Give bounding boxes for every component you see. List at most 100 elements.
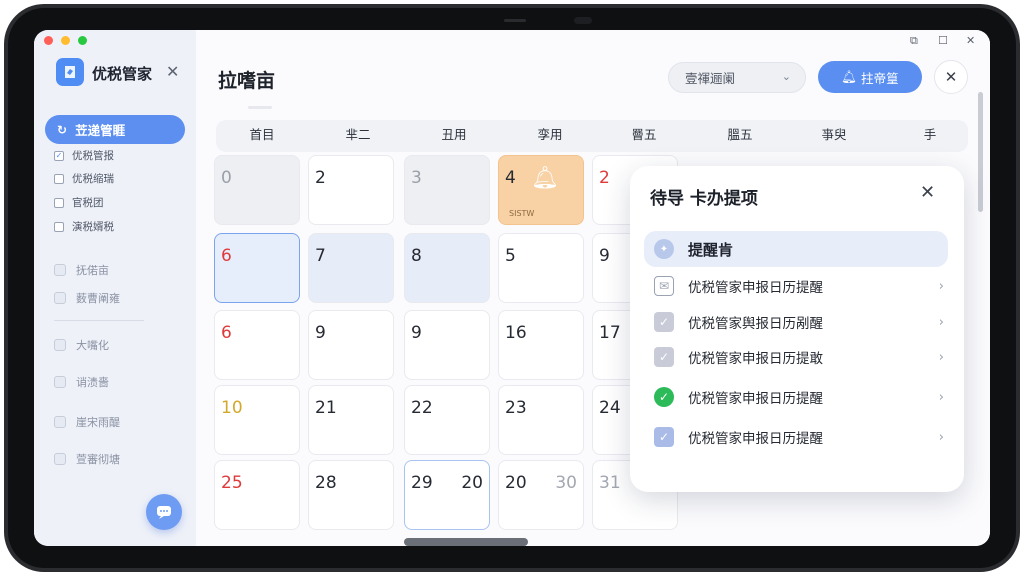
day-number: 2 bbox=[315, 168, 326, 188]
checkbox-checked-icon[interactable]: ✓ bbox=[54, 150, 64, 161]
refresh-icon: ✦ bbox=[654, 239, 674, 259]
check-circle-icon[interactable]: ✓ bbox=[654, 387, 674, 407]
day-number: 25 bbox=[221, 473, 243, 493]
chevron-down-icon: ⌄ bbox=[781, 70, 791, 83]
sidebar-subitem[interactable]: 官税团 bbox=[54, 195, 104, 210]
calendar-day-cell[interactable]: 16 bbox=[498, 310, 584, 380]
sidebar-item[interactable]: 大嘴化 bbox=[54, 337, 109, 353]
drag-handle[interactable] bbox=[248, 106, 272, 109]
calendar-day-cell[interactable]: 23 bbox=[498, 385, 584, 455]
calendar-day-cell[interactable]: 6 bbox=[214, 233, 300, 303]
weekday-label: 丑用 bbox=[441, 127, 467, 142]
sidebar-item[interactable]: 诮渍嗇 bbox=[54, 374, 109, 390]
calendar-day-cell[interactable]: 7 bbox=[308, 233, 394, 303]
popup-active-item[interactable]: ✦ 提醒肯 bbox=[644, 231, 948, 267]
weekday-label: 孪用 bbox=[537, 127, 563, 142]
calendar-day-cell[interactable]: 0 bbox=[214, 155, 300, 225]
day-number: 29 bbox=[411, 473, 433, 493]
sidebar-subitem[interactable]: ✓ 优税管报 bbox=[54, 148, 114, 163]
calendar-day-cell[interactable]: 21 bbox=[308, 385, 394, 455]
reminder-button[interactable]: 🔔︎ 拄帝篁 bbox=[818, 61, 922, 93]
sidebar-subitem[interactable]: 优税缩瑞 bbox=[54, 171, 114, 186]
popup-close-button[interactable]: ✕ bbox=[920, 182, 935, 203]
app-logo-icon bbox=[56, 58, 84, 86]
popup-item-label: 优税管家申报日历提醒 bbox=[688, 391, 823, 407]
calendar-day-cell[interactable]: 8 bbox=[404, 233, 490, 303]
calendar-day-cell[interactable]: 10 bbox=[214, 385, 300, 455]
calendar-day-cell[interactable]: 4 🔔︎ SISTW bbox=[498, 155, 584, 225]
camera-lens bbox=[574, 17, 592, 24]
sidebar-item[interactable]: 萱審彻塘 bbox=[54, 451, 120, 467]
popup-list-item[interactable]: ✉ 优税管家申报日历提醒 › bbox=[654, 274, 944, 298]
popup-list-item[interactable]: ✓ 优税管家申报日历提敢 › bbox=[654, 345, 944, 369]
calendar-day-cell[interactable]: 9 bbox=[404, 310, 490, 380]
weekday-label: 亊臾 bbox=[821, 127, 847, 142]
camera-slot bbox=[504, 19, 526, 22]
day-number: 16 bbox=[505, 323, 527, 343]
day-number: 23 bbox=[505, 398, 527, 418]
calendar-day-cell[interactable]: 3 bbox=[404, 155, 490, 225]
weekday-label: 膃五 bbox=[727, 127, 753, 142]
sidebar-subitem-label: 优税缩瑞 bbox=[72, 173, 114, 185]
window-close-icon[interactable]: ✕ bbox=[966, 34, 975, 47]
checkbox-checked-icon[interactable]: ✓ bbox=[654, 312, 674, 332]
sidebar-item-active[interactable]: ↻ 苙递管睚 bbox=[45, 115, 185, 144]
checkbox-checked-icon[interactable]: ✓ bbox=[654, 427, 674, 447]
day-number-secondary: 30 bbox=[555, 473, 577, 493]
day-number: 28 bbox=[315, 473, 337, 493]
window-minimize-dot[interactable] bbox=[61, 36, 70, 45]
chevron-right-icon: › bbox=[938, 278, 944, 294]
chevron-right-icon: › bbox=[938, 314, 944, 330]
calendar-day-cell[interactable]: 6 bbox=[214, 310, 300, 380]
window-restore-icon[interactable]: ⧉ bbox=[910, 34, 918, 48]
chevron-right-icon: › bbox=[938, 389, 944, 405]
sidebar-close-button[interactable]: ✕ bbox=[166, 62, 179, 81]
scrollbar[interactable] bbox=[978, 92, 983, 212]
page-title: 拉嗜亩 bbox=[218, 70, 276, 92]
calendar-day-cell[interactable]: 5 bbox=[498, 233, 584, 303]
day-number: 17 bbox=[599, 323, 621, 343]
chevron-right-icon: › bbox=[938, 349, 944, 365]
sidebar-subitem-label: 官税团 bbox=[72, 197, 104, 209]
checkbox-checked-icon[interactable]: ✓ bbox=[654, 347, 674, 367]
day-number: 22 bbox=[411, 398, 433, 418]
calendar-day-cell[interactable]: 22 bbox=[404, 385, 490, 455]
sidebar-item[interactable]: 抚偌亩 bbox=[54, 262, 109, 278]
calendar-day-cell[interactable]: 9 bbox=[308, 310, 394, 380]
sidebar-subitem[interactable]: 演税婿税 bbox=[54, 219, 114, 234]
mail-icon[interactable]: ✉ bbox=[654, 276, 674, 296]
day-number: 20 bbox=[505, 473, 527, 493]
window-close-dot[interactable] bbox=[44, 36, 53, 45]
window-maximize-icon[interactable]: ☐ bbox=[938, 34, 948, 47]
calendar-day-cell[interactable]: 25 bbox=[214, 460, 300, 530]
checkbox-icon[interactable] bbox=[54, 221, 64, 232]
checkbox-icon[interactable] bbox=[54, 197, 64, 208]
day-number: 3 bbox=[411, 168, 422, 188]
popup-list-item[interactable]: ✓ 优税管家申报日历提醒 › bbox=[654, 425, 944, 449]
calendar-day-cell[interactable]: 2 bbox=[308, 155, 394, 225]
close-button[interactable]: ✕ bbox=[934, 60, 968, 94]
sidebar-divider bbox=[54, 320, 144, 321]
calendar-day-cell[interactable]: 29 20 bbox=[404, 460, 490, 530]
sidebar-item[interactable]: 薮曹阐雍 bbox=[54, 290, 120, 306]
day-number: 9 bbox=[411, 323, 422, 343]
popup-list-item[interactable]: ✓ 优税管家舆报日历剐醒 › bbox=[654, 310, 944, 334]
day-number: 2 bbox=[599, 168, 610, 188]
weekday-label: 首目 bbox=[249, 127, 275, 142]
checkbox-icon[interactable] bbox=[54, 173, 64, 184]
reminder-note: SISTW bbox=[509, 209, 535, 218]
popup-list-item[interactable]: ✓ 优税管家申报日历提醒 › bbox=[654, 385, 944, 409]
calendar-day-cell[interactable]: 28 bbox=[308, 460, 394, 530]
day-number: 9 bbox=[599, 246, 610, 266]
day-number: 6 bbox=[221, 246, 232, 266]
sidebar-item-label: 崖宋雨醍 bbox=[76, 416, 120, 429]
sidebar-item[interactable]: 崖宋雨醍 bbox=[54, 414, 120, 430]
calendar-day-cell[interactable]: 20 30 bbox=[498, 460, 584, 530]
sidebar-item-label: 诮渍嗇 bbox=[76, 376, 109, 389]
chat-button[interactable] bbox=[146, 494, 182, 530]
window-zoom-dot[interactable] bbox=[78, 36, 87, 45]
item-icon bbox=[54, 339, 66, 351]
sidebar-item-label: 抚偌亩 bbox=[76, 264, 109, 277]
popup-item-label: 优税管家申报日历提敢 bbox=[688, 351, 823, 367]
view-select[interactable]: 壹禈逦阑 ⌄ bbox=[668, 62, 806, 93]
